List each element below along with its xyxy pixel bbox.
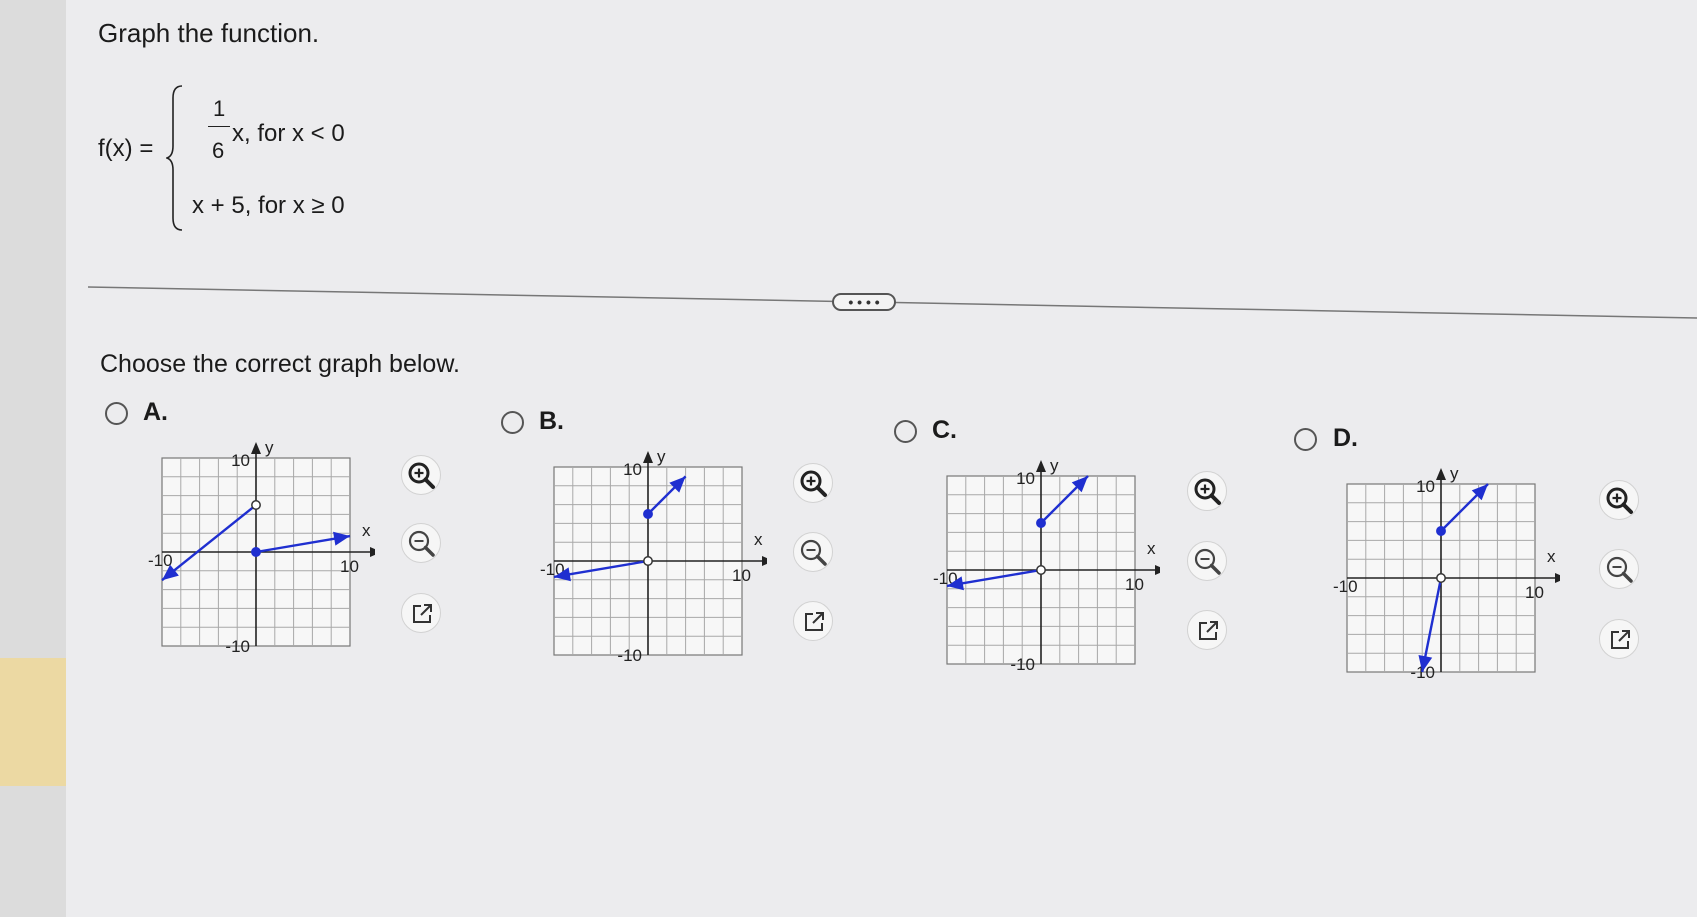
option-b-popout-button[interactable]: [793, 601, 833, 641]
y-axis-arrow: [1036, 460, 1046, 472]
option-c-zoom-out-button[interactable]: [1187, 541, 1227, 581]
open-endpoint: [251, 500, 261, 510]
zoom-in-icon: [1194, 478, 1221, 505]
option-d-label[interactable]: D.: [1333, 424, 1358, 453]
x-tick-label: -10: [1333, 577, 1358, 596]
y-axis-arrow: [643, 451, 653, 463]
open-endpoint: [1436, 573, 1446, 583]
zoom-out-icon: [800, 539, 827, 566]
option-b-zoom-in-button[interactable]: [793, 463, 833, 503]
y-tick-label: -10: [225, 637, 250, 656]
fraction-bar: [208, 126, 230, 127]
y-axis-arrow: [251, 442, 261, 454]
x-axis-label: x: [1547, 547, 1556, 566]
zoom-in-icon: [408, 462, 435, 489]
x-tick-label: 10: [732, 566, 751, 585]
fraction-denominator: 6: [212, 138, 225, 163]
y-tick-label: -10: [617, 646, 642, 665]
y-tick-label: -10: [1010, 655, 1035, 674]
zoom-in-icon: [800, 470, 827, 497]
open-endpoint: [1036, 565, 1046, 575]
x-tick-label: 10: [1125, 575, 1144, 594]
option-b-graph: yx10-1010-10: [540, 449, 767, 665]
y-axis-label: y: [657, 449, 666, 466]
x-tick-label: 10: [340, 557, 359, 576]
option-c-label[interactable]: C.: [932, 416, 957, 445]
option-a-label[interactable]: A.: [143, 398, 168, 427]
option-c-graph: yx10-1010-10: [933, 458, 1160, 674]
choose-instruction: Choose the correct graph below.: [100, 350, 460, 378]
y-tick-label: 10: [1016, 469, 1035, 488]
external-link-icon: [1199, 621, 1218, 640]
y-tick-label: 10: [1416, 477, 1435, 496]
x-axis-arrow: [1155, 565, 1160, 575]
zoom-out-icon: [1194, 548, 1221, 575]
function-label: f(x) =: [98, 135, 154, 162]
option-d-graph: yx10-1010-10: [1333, 466, 1560, 682]
y-axis-label: y: [265, 440, 274, 457]
option-b-zoom-out-button[interactable]: [793, 532, 833, 572]
piece-one-expression: x, for x < 0: [232, 120, 345, 147]
zoom-out-icon: [408, 530, 435, 557]
option-c-zoom-in-button[interactable]: [1187, 471, 1227, 511]
option-d-radio[interactable]: [1294, 428, 1317, 451]
external-link-icon: [413, 604, 432, 623]
y-axis-label: y: [1450, 466, 1459, 483]
x-axis-label: x: [754, 530, 763, 549]
closed-endpoint: [1036, 518, 1046, 528]
option-d-popout-button[interactable]: [1599, 619, 1639, 659]
option-c-popout-button[interactable]: [1187, 610, 1227, 650]
option-d-zoom-out-button[interactable]: [1599, 549, 1639, 589]
zoom-out-icon: [1606, 556, 1633, 583]
y-axis-arrow: [1436, 468, 1446, 480]
y-tick-label: 10: [623, 460, 642, 479]
option-c-radio[interactable]: [894, 420, 917, 443]
closed-endpoint: [643, 509, 653, 519]
option-a-popout-button[interactable]: [401, 593, 441, 633]
x-axis-arrow: [370, 547, 375, 557]
y-axis-label: y: [1050, 458, 1059, 475]
closed-endpoint: [1436, 526, 1446, 536]
closed-endpoint: [251, 547, 261, 557]
open-endpoint: [643, 556, 653, 566]
option-a-zoom-out-button[interactable]: [401, 523, 441, 563]
expand-more-button[interactable]: • • • •: [832, 293, 896, 311]
y-tick-label: 10: [231, 451, 250, 470]
option-d-zoom-in-button[interactable]: [1599, 480, 1639, 520]
fraction-numerator: 1: [213, 96, 226, 121]
x-axis-label: x: [362, 521, 371, 540]
zoom-in-icon: [1606, 487, 1633, 514]
option-a-radio[interactable]: [105, 402, 128, 425]
x-axis-arrow: [762, 556, 767, 566]
piece-two-expression: x + 5, for x ≥ 0: [192, 192, 345, 219]
option-b-label[interactable]: B.: [539, 407, 564, 436]
external-link-icon: [1611, 630, 1630, 649]
external-link-icon: [805, 612, 824, 631]
x-tick-label: 10: [1525, 583, 1544, 602]
option-a-zoom-in-button[interactable]: [401, 455, 441, 495]
option-b-radio[interactable]: [501, 411, 524, 434]
piecewise-brace: [166, 85, 183, 231]
left-accent-bar: [0, 658, 66, 786]
x-axis-arrow: [1555, 573, 1560, 583]
x-axis-label: x: [1147, 539, 1156, 558]
question-prompt: Graph the function.: [98, 18, 320, 48]
option-a-graph: yx10-1010-10: [148, 440, 375, 656]
